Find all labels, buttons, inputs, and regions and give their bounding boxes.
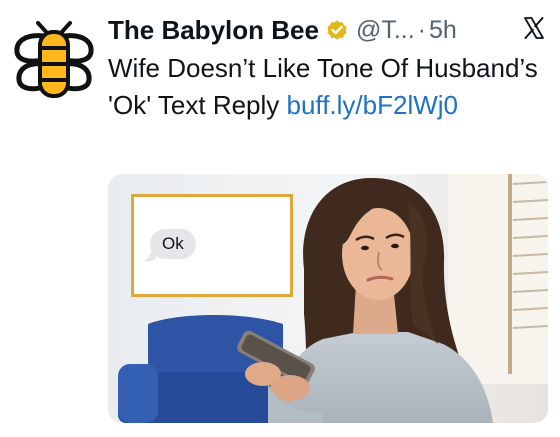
verified-badge-icon[interactable] [325, 18, 349, 42]
tweet-text: Wife Doesn’t Like Tone Of Husband’s 'Ok'… [108, 50, 548, 124]
tweet-media[interactable]: Ok [108, 174, 548, 423]
timestamp[interactable]: 5h [429, 16, 457, 45]
message-bubble: Ok [150, 229, 196, 259]
separator-dot: · [417, 15, 426, 44]
account-handle[interactable]: @T... [356, 16, 415, 45]
account-name[interactable]: The Babylon Bee [108, 15, 319, 46]
babylon-bee-logo-icon[interactable] [14, 20, 94, 100]
bubble-tail-icon [144, 252, 156, 262]
tweet-link[interactable]: buff.ly/bF2lWj0 [287, 90, 458, 120]
tweet-header: The Babylon Bee @T... · 5h [108, 12, 457, 48]
x-logo-icon[interactable] [522, 16, 546, 40]
text-message-frame: Ok [131, 194, 293, 297]
